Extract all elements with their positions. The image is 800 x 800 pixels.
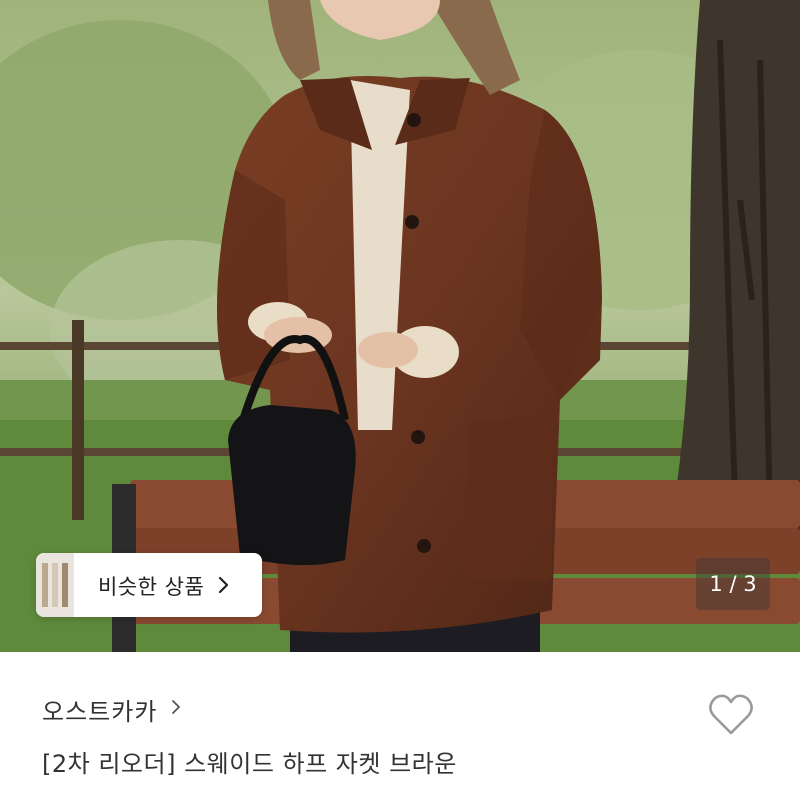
like-button[interactable] <box>706 690 756 740</box>
image-page-counter: 1 / 3 <box>696 558 770 610</box>
similar-products-label: 비슷한 상품 <box>98 575 205 599</box>
chevron-right-icon <box>171 699 181 719</box>
seller-link[interactable]: 오스트카카 <box>42 692 181 726</box>
similar-products-button[interactable]: 비슷한 상품 <box>36 553 262 617</box>
similar-product-thumbnail <box>36 553 74 617</box>
product-title: [2차 리오더] 스웨이드 하프 자켓 브라운 <box>42 750 457 778</box>
product-image-carousel[interactable]: 비슷한 상품 1 / 3 <box>0 0 800 652</box>
seller-name: 오스트카카 <box>42 697 158 726</box>
heart-outline-icon <box>709 694 753 735</box>
